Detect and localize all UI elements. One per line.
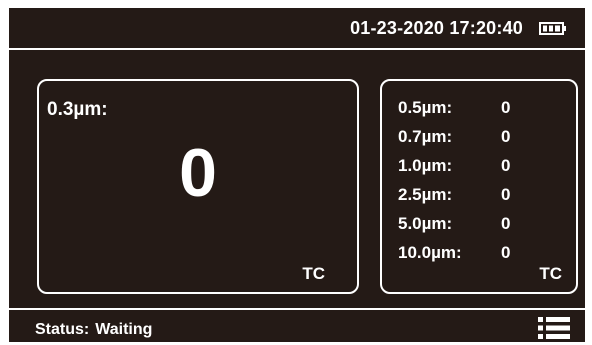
size-channel-value: 0 [501,156,511,175]
status-label: Status: [35,321,90,338]
header-bar: 01-23-2020 17:20:40 [9,8,585,48]
size-channel-value: 0 [501,127,511,146]
battery-icon [539,22,566,35]
size-channel-list: 0.5µm: 0 0.7µm: 0 1.0µm: 0 2.5µm: 0 5.0µ… [398,98,518,272]
size-channel-label: 1.0µm: [398,156,453,175]
time-text: 17:20:40 [449,18,523,38]
size-channel-label: 0.7µm: [398,127,453,146]
main-unit-label: TC [302,264,325,283]
size-channel-row: 10.0µm: 0 [398,243,518,272]
menu-list-icon[interactable] [538,317,570,339]
size-channel-label: 10.0µm: [398,243,462,262]
size-channel-value: 0 [501,98,511,117]
size-channel-label: 0.5µm: [398,98,453,117]
status-divider [9,308,585,310]
main-count-value: 0 [179,135,217,211]
main-size-label: 0.3µm: [47,99,108,120]
main-count-panel[interactable]: 0.3µm: 0 TC [37,79,359,294]
size-channel-value: 0 [501,243,511,262]
size-channel-label: 5.0µm: [398,214,453,233]
size-channel-row: 1.0µm: 0 [398,156,518,185]
size-channel-row: 5.0µm: 0 [398,214,518,243]
size-channel-value: 0 [501,214,511,233]
datetime-display: 01-23-2020 17:20:40 [350,18,523,39]
status-bar: Status: Waiting [35,321,152,339]
size-channel-value: 0 [501,185,511,204]
status-value: Waiting [95,321,153,338]
size-channel-row: 0.5µm: 0 [398,98,518,127]
size-channel-row: 2.5µm: 0 [398,185,518,214]
size-channel-row: 0.7µm: 0 [398,127,518,156]
header-divider [9,48,585,50]
size-channel-label: 2.5µm: [398,185,453,204]
side-unit-label: TC [539,264,562,283]
device-screen: 01-23-2020 17:20:40 0.3µm: 0 TC 0.5µm: 0… [9,8,585,342]
size-channels-panel[interactable]: 0.5µm: 0 0.7µm: 0 1.0µm: 0 2.5µm: 0 5.0µ… [380,79,578,294]
date-text: 01-23-2020 [350,18,445,38]
